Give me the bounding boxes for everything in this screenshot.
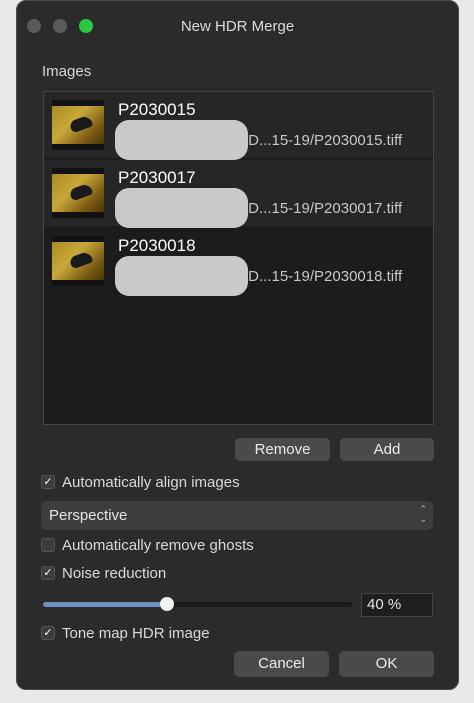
remove-ghosts-label: Automatically remove ghosts: [62, 536, 254, 554]
image-thumbnail: [52, 236, 104, 286]
redacted-region: [115, 188, 248, 228]
add-button[interactable]: Add: [340, 438, 434, 461]
ok-button[interactable]: OK: [339, 651, 434, 677]
tone-map-label: Tone map HDR image: [62, 624, 210, 642]
image-path: /D...15-19/P2030015.tiff: [244, 132, 403, 149]
checkmark-icon[interactable]: ✓: [41, 566, 55, 580]
image-name: P2030018: [118, 236, 196, 255]
images-section-label: Images: [42, 63, 92, 80]
image-name: P2030015: [118, 100, 196, 119]
image-name: P2030017: [118, 168, 196, 187]
list-item[interactable]: P2030017 /D...15-19/P2030017.tiff: [44, 160, 433, 228]
remove-ghosts-option[interactable]: Automatically remove ghosts: [41, 536, 254, 554]
slider-knob[interactable]: [159, 597, 174, 611]
up-down-chevron-icon: ⌃ ⌄: [419, 504, 427, 524]
image-path: /D...15-19/P2030017.tiff: [244, 200, 403, 217]
checkmark-icon[interactable]: ✓: [41, 626, 55, 640]
align-mode-select[interactable]: Perspective ⌃ ⌄: [41, 501, 433, 530]
image-thumbnail: [52, 100, 104, 150]
noise-reduction-option[interactable]: ✓ Noise reduction: [41, 564, 166, 582]
images-list[interactable]: P2030015 /D...15-19/P2030015.tiff P20300…: [43, 91, 434, 425]
hdr-merge-dialog: New HDR Merge Images P2030015 /D...15-19…: [16, 0, 459, 690]
redacted-region: [115, 256, 248, 296]
window-title: New HDR Merge: [180, 18, 295, 35]
align-mode-value: Perspective: [49, 507, 128, 524]
noise-reduction-label: Noise reduction: [62, 564, 167, 582]
image-path: /D...15-19/P2030018.tiff: [244, 268, 403, 285]
redacted-region: [115, 120, 248, 160]
remove-button[interactable]: Remove: [235, 438, 330, 461]
noise-reduction-slider[interactable]: [43, 597, 352, 611]
slider-fill: [43, 602, 167, 607]
noise-reduction-value-field[interactable]: 40 %: [361, 593, 433, 617]
checkbox-unchecked[interactable]: [41, 538, 55, 552]
align-images-option[interactable]: ✓ Automatically align images: [41, 473, 240, 491]
tone-map-option[interactable]: ✓ Tone map HDR image: [41, 624, 210, 642]
checkmark-icon[interactable]: ✓: [41, 475, 55, 489]
list-item[interactable]: P2030015 /D...15-19/P2030015.tiff: [44, 92, 433, 160]
cancel-button[interactable]: Cancel: [234, 651, 329, 677]
align-images-label: Automatically align images: [62, 473, 240, 491]
image-thumbnail: [52, 168, 104, 218]
list-item[interactable]: P2030018 /D...15-19/P2030018.tiff: [44, 228, 433, 296]
